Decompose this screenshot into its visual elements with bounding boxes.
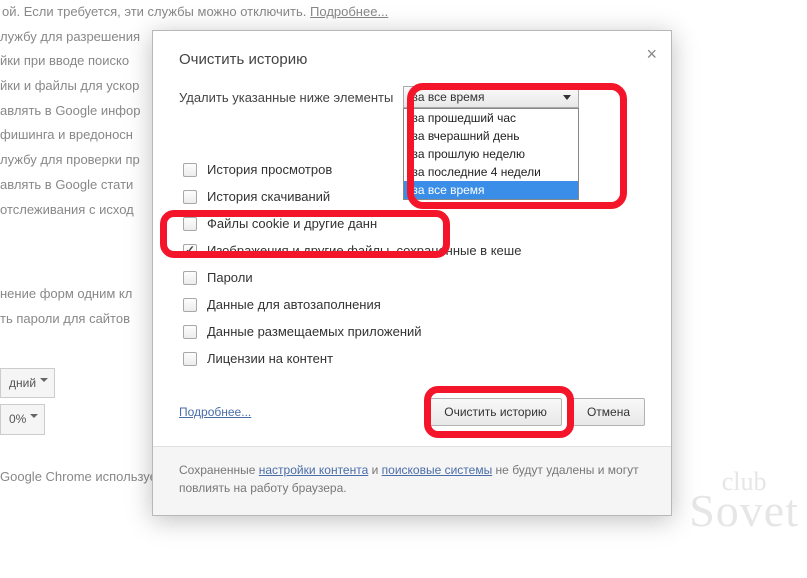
time-option[interactable]: за вчерашний день — [404, 127, 578, 145]
bg-text: ой. Если требуется, эти службы можно отк… — [2, 4, 306, 19]
learn-more-link[interactable]: Подробнее... — [179, 405, 251, 419]
checkbox[interactable] — [183, 298, 197, 312]
delete-elements-label: Удалить указанные ниже элементы — [179, 90, 393, 105]
close-icon[interactable]: × — [646, 45, 657, 63]
checkbox[interactable] — [183, 352, 197, 366]
checkbox-row[interactable]: Лицензии на контент — [183, 345, 645, 372]
bg-select-1[interactable]: дний — [0, 368, 55, 399]
content-settings-link[interactable]: настройки контента — [259, 463, 369, 477]
time-option[interactable]: за прошедший час — [404, 109, 578, 127]
checkbox-checked[interactable] — [183, 244, 197, 258]
dialog-footer-note: Сохраненные настройки контента и поисков… — [153, 446, 671, 515]
cancel-button[interactable]: Отмена — [572, 398, 645, 426]
bg-more-link[interactable]: Подробнее... — [310, 4, 388, 19]
time-option[interactable]: за прошлую неделю — [404, 145, 578, 163]
checkbox[interactable] — [183, 190, 197, 204]
search-engines-link[interactable]: поисковые системы — [382, 463, 493, 477]
checkbox-row-cached-images[interactable]: Изображения и другие файлы, сохраненные … — [183, 237, 645, 264]
checkbox[interactable] — [183, 325, 197, 339]
checkbox-label: Пароли — [207, 270, 253, 285]
checkbox-label: История скачиваний — [207, 189, 330, 204]
checkbox-row[interactable]: Файлы cookie и другие данн — [183, 210, 645, 237]
checkbox-row[interactable]: Данные размещаемых приложений — [183, 318, 645, 345]
checkbox[interactable] — [183, 217, 197, 231]
checkbox-label: Данные для автозаполнения — [207, 297, 381, 312]
checkbox-label: Данные размещаемых приложений — [207, 324, 422, 339]
checkbox[interactable] — [183, 271, 197, 285]
checkbox-row[interactable]: Данные для автозаполнения — [183, 291, 645, 318]
checkbox-label: Файлы cookie и другие данн — [207, 216, 377, 231]
time-option[interactable]: за последние 4 недели — [404, 163, 578, 181]
checkbox-label: Лицензии на контент — [207, 351, 333, 366]
checkbox-label: Изображения и другие файлы, сохраненные … — [207, 243, 521, 258]
time-range-dropdown: за прошедший час за вчерашний день за пр… — [403, 108, 579, 200]
bg-select-2[interactable]: 0% — [0, 404, 45, 435]
checkbox-label: История просмотров — [207, 162, 332, 177]
clear-history-dialog: × Очистить историю Удалить указанные ниж… — [152, 30, 672, 516]
clear-history-button[interactable]: Очистить историю — [429, 398, 562, 426]
checkbox[interactable] — [183, 163, 197, 177]
dialog-title: Очистить историю — [179, 51, 645, 68]
time-range-select[interactable]: за все время — [403, 86, 579, 108]
time-option-selected[interactable]: за все время — [404, 181, 578, 199]
checkbox-row[interactable]: Пароли — [183, 264, 645, 291]
